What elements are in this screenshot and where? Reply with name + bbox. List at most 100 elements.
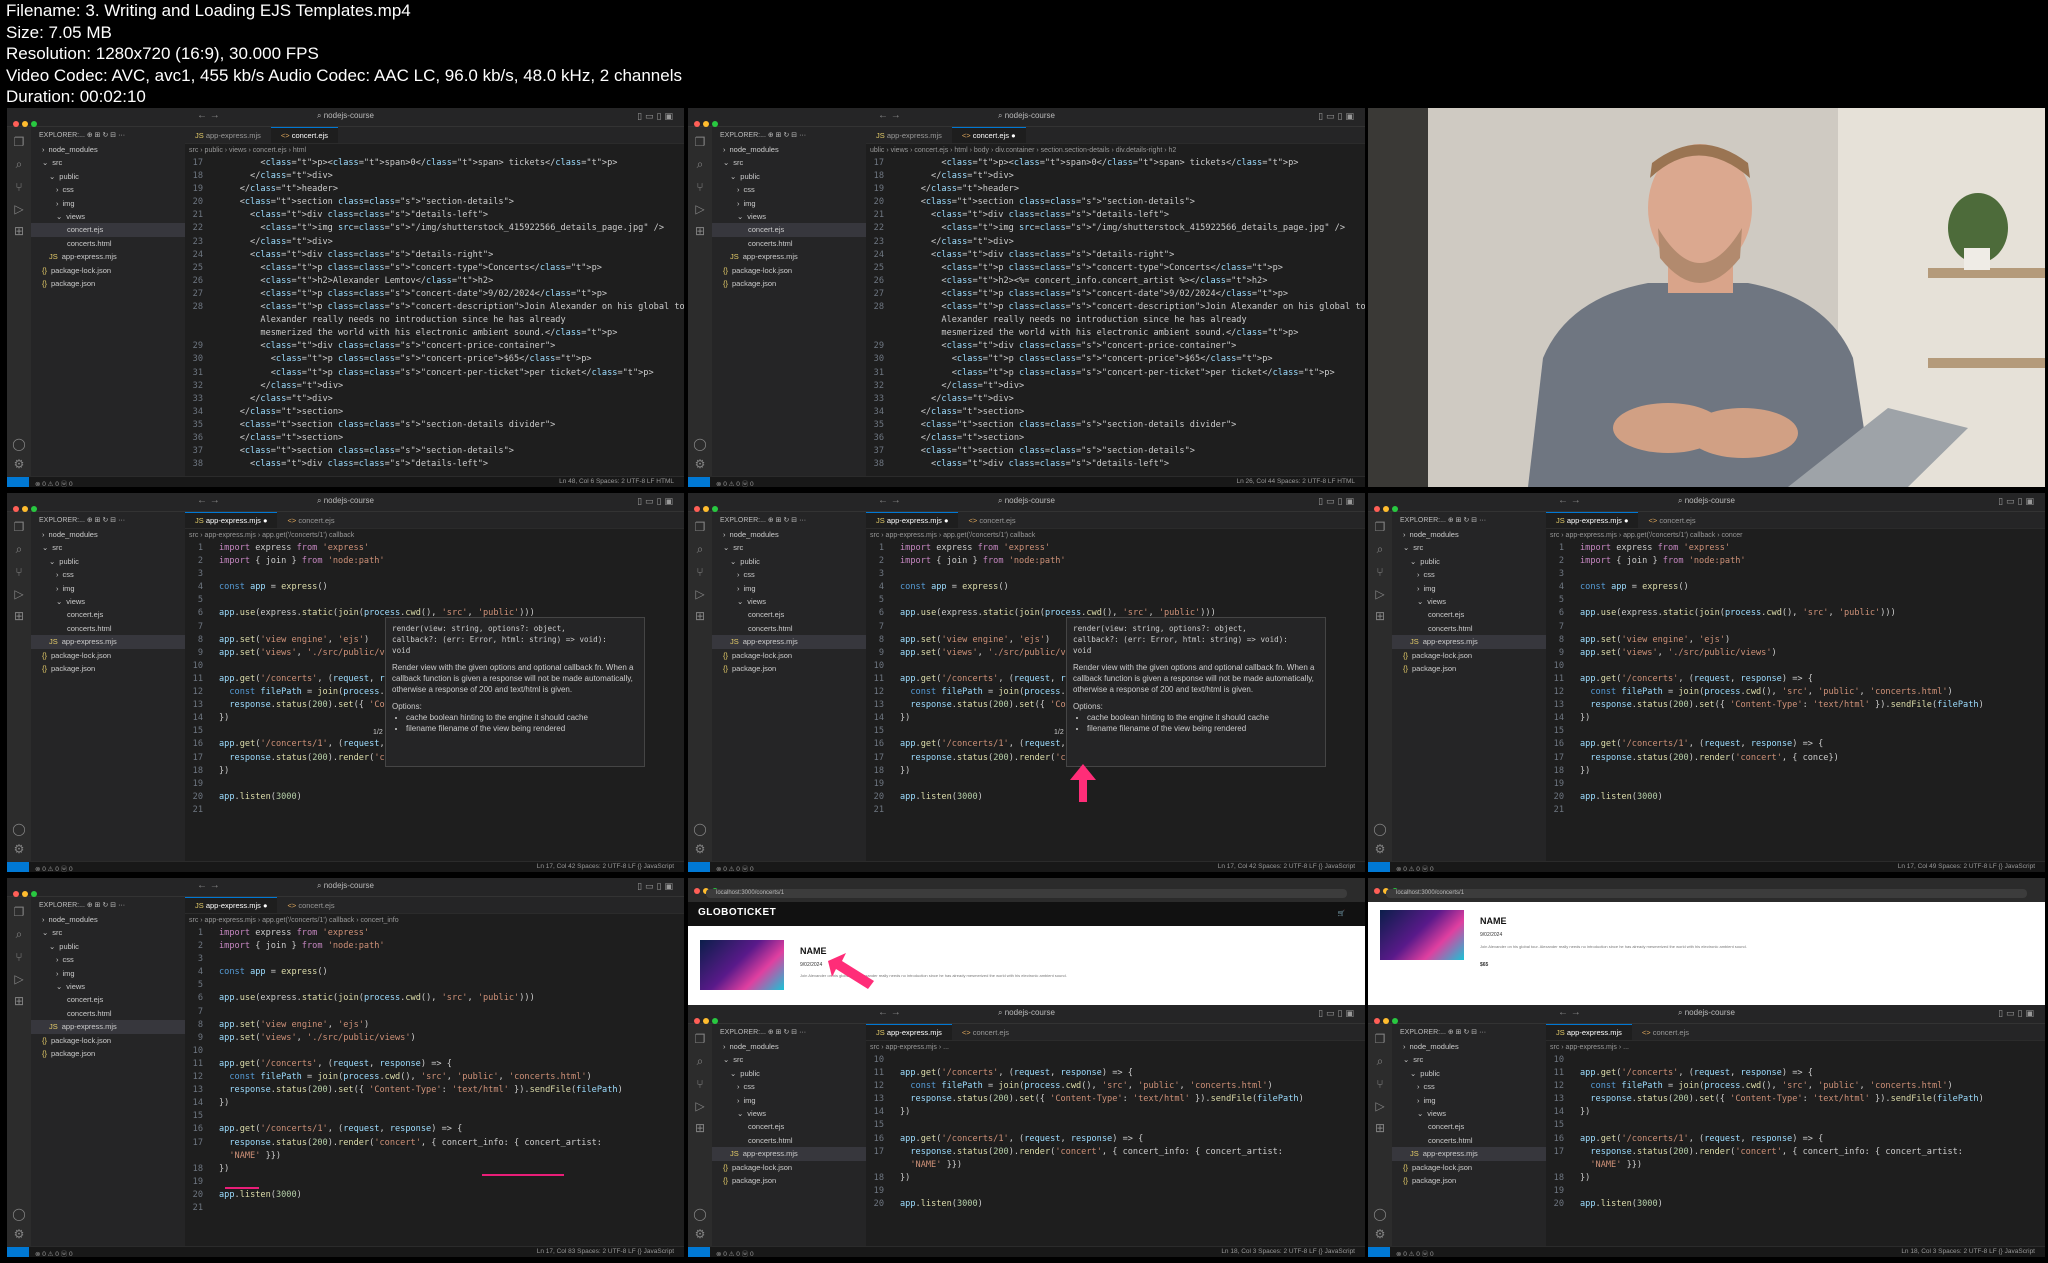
tree-item-concert-ejs[interactable]: concert.ejs <box>712 1120 866 1133</box>
code-line[interactable]: 16app.get('/concerts/1', (request, respo… <box>1546 738 2045 751</box>
code-line[interactable]: 25 <class="t">p class=class="s">"concert… <box>185 262 684 275</box>
code-line[interactable]: 23 </class="t">div> <box>866 236 1365 249</box>
tree-item-node-modules[interactable]: › node_modules <box>31 528 185 541</box>
tree-item-node-modules[interactable]: › node_modules <box>1392 528 1546 541</box>
code-line[interactable]: 36 </class="t">section> <box>185 432 684 445</box>
tab-app-express[interactable]: JS app-express.mjs <box>866 128 952 143</box>
tree-item-concert-ejs[interactable]: concert.ejs <box>31 223 185 237</box>
tree-item-css[interactable]: › css <box>31 183 185 196</box>
code-line[interactable]: 2 import { join } from 'node:path' <box>1546 555 2045 568</box>
code-line[interactable]: 27 <class="t">p class=class="s">"concert… <box>185 288 684 301</box>
code-line[interactable]: 13 response.status(200).set({ 'Content-T… <box>1546 699 2045 712</box>
code-line[interactable]: 22 <class="t">img src=class="s">"/img/sh… <box>866 222 1365 235</box>
code-editor[interactable]: 1 import express from 'express' 2 import { … <box>185 927 684 1215</box>
layout-icons[interactable]: ▯▭▯▣ <box>1318 496 1357 507</box>
window-title[interactable]: ⌕ nodejs-course <box>688 111 1365 121</box>
tree-item-public[interactable]: ⌄ public <box>31 170 185 183</box>
overload-count[interactable]: 1/2 <box>1054 729 1064 736</box>
explorer-icon[interactable]: ❐ <box>688 1032 712 1046</box>
tree-item-src[interactable]: ⌄ src <box>1392 541 1546 554</box>
search-icon[interactable]: ⌕ <box>688 542 712 557</box>
code-line[interactable]: 12 const filePath = join(process.cwd(), … <box>866 1080 1365 1093</box>
breadcrumb[interactable]: src › app-express.mjs › app.get('/concer… <box>1546 529 2045 542</box>
tree-item-public[interactable]: ⌄ public <box>1392 555 1546 568</box>
problems-count[interactable]: ⊗ 0 ⚠ 0 ⓦ 0 <box>35 478 73 487</box>
tree-item-img[interactable]: › img <box>31 197 185 210</box>
code-line[interactable]: 10 <box>185 1045 684 1058</box>
code-line[interactable]: 10 <box>1546 660 2045 673</box>
remote-icon[interactable] <box>688 1247 710 1257</box>
tree-item-views[interactable]: ⌄ views <box>712 1107 866 1120</box>
run-debug-icon[interactable]: ▷ <box>688 587 712 601</box>
problems-count[interactable]: ⊗ 0 ⚠ 0 ⓦ 0 <box>716 863 754 872</box>
account-icon[interactable]: ◯ <box>688 437 712 451</box>
tree-item-package-lock-json[interactable]: {} package-lock.json <box>31 264 185 277</box>
code-line[interactable]: 20 <class="t">section class=class="s">"s… <box>866 196 1365 209</box>
tree-item-views[interactable]: ⌄ views <box>31 595 185 608</box>
code-line[interactable]: 3 <box>185 568 684 581</box>
code-line[interactable]: 14}) <box>1546 712 2045 725</box>
code-line[interactable]: 5 <box>185 979 684 992</box>
account-icon[interactable]: ◯ <box>1368 1207 1392 1221</box>
code-line[interactable]: 34 </class="t">section> <box>866 406 1365 419</box>
code-line[interactable]: 'NAME' }}) <box>185 1150 684 1163</box>
tree-item-package-json[interactable]: {} package.json <box>712 662 866 675</box>
tree-item-package-lock-json[interactable]: {} package-lock.json <box>31 1034 185 1047</box>
tab-concert-ejs[interactable]: <> concert.ejs <box>952 1025 1019 1040</box>
tree-item-concerts-html[interactable]: concerts.html <box>31 622 185 635</box>
code-line[interactable]: 38 <class="t">div class=class="s">"detai… <box>866 458 1365 471</box>
tree-item-src[interactable]: ⌄ src <box>712 541 866 554</box>
tree-item-node-modules[interactable]: › node_modules <box>712 1040 866 1053</box>
layout-icons[interactable]: ▯▭▯▣ <box>637 881 676 892</box>
code-editor[interactable]: 10 11 app.get('/concerts', (request, respo… <box>866 1054 1365 1211</box>
code-line[interactable]: 26 <class="t">h2><%= concert_info.concer… <box>866 275 1365 288</box>
tree-item-node-modules[interactable]: › node_modules <box>31 143 185 156</box>
code-line[interactable]: 35 <class="t">section class=class="s">"s… <box>185 419 684 432</box>
explorer-icon[interactable]: ❐ <box>7 520 31 534</box>
breadcrumb[interactable]: src › app-express.mjs › ... <box>1546 1041 2045 1054</box>
tab-concert-ejs[interactable]: <> concert.ejs <box>1632 1025 1699 1040</box>
code-line[interactable]: 20 app.listen(3000) <box>185 1189 684 1202</box>
code-line[interactable]: 5 <box>866 594 1365 607</box>
layout-icons[interactable]: ▯▭▯▣ <box>1998 496 2037 507</box>
code-line[interactable]: 15 <box>185 1110 684 1123</box>
source-control-icon[interactable]: ⑂ <box>1368 1077 1392 1091</box>
cursor-position[interactable]: Ln 17, Col 49 Spaces: 2 UTF-8 LF {} Java… <box>1898 863 2035 870</box>
code-line[interactable]: 33 </class="t">div> <box>866 393 1365 406</box>
tab-concert-ejs[interactable]: <> concert.ejs <box>270 127 338 143</box>
code-line[interactable]: 5 <box>1546 594 2045 607</box>
code-line[interactable]: 18}) <box>1546 765 2045 778</box>
code-line[interactable]: 19 <box>866 778 1365 791</box>
tree-item-concert-ejs[interactable]: concert.ejs <box>712 608 866 621</box>
tab-concert-ejs[interactable]: <> concert.ejs <box>1638 513 1705 528</box>
code-line[interactable]: 37 <class="t">section class=class="s">"s… <box>185 445 684 458</box>
tab-app-express[interactable]: JS app-express.mjs ● <box>866 512 959 528</box>
account-icon[interactable]: ◯ <box>688 1207 712 1221</box>
tree-item-concert-ejs[interactable]: concert.ejs <box>712 223 866 237</box>
explorer-icon[interactable]: ❐ <box>7 905 31 919</box>
code-editor[interactable]: 1 import express from 'express' 2 import { … <box>1546 542 2045 817</box>
code-line[interactable]: 15 <box>866 1119 1365 1132</box>
layout-icons[interactable]: ▯▭▯▣ <box>1318 1008 1357 1019</box>
code-line[interactable]: 19 <box>1546 778 2045 791</box>
tree-item-public[interactable]: ⌄ public <box>31 555 185 568</box>
code-line[interactable]: 25 <class="t">p class=class="s">"concert… <box>866 262 1365 275</box>
tree-item-css[interactable]: › css <box>712 183 866 196</box>
code-line[interactable]: Alexander really needs no introduction s… <box>866 314 1365 327</box>
extensions-icon[interactable]: ⊞ <box>688 609 712 623</box>
problems-count[interactable]: ⊗ 0 ⚠ 0 ⓦ 0 <box>35 863 73 872</box>
code-line[interactable]: 24 <class="t">div class=class="s">"detai… <box>866 249 1365 262</box>
window-title[interactable]: ⌕ nodejs-course <box>7 111 684 121</box>
code-line[interactable]: 27 <class="t">p class=class="s">"concert… <box>866 288 1365 301</box>
code-line[interactable]: 13 response.status(200).set({ 'Content-T… <box>1546 1093 2045 1106</box>
tree-item-package-json[interactable]: {} package.json <box>712 277 866 290</box>
code-line[interactable]: 20 app.listen(3000) <box>866 1198 1365 1211</box>
extensions-icon[interactable]: ⊞ <box>688 224 712 238</box>
code-line[interactable]: 19 <box>185 1176 684 1189</box>
gear-icon[interactable]: ⚙ <box>688 842 712 856</box>
overload-count[interactable]: 1/2 <box>373 729 383 736</box>
code-line[interactable]: 21 <box>185 804 684 817</box>
run-debug-icon[interactable]: ▷ <box>7 587 31 601</box>
tree-item-package-lock-json[interactable]: {} package-lock.json <box>31 649 185 662</box>
code-editor[interactable]: 17 <class="t">p><class="t">span>0</class… <box>866 157 1365 471</box>
